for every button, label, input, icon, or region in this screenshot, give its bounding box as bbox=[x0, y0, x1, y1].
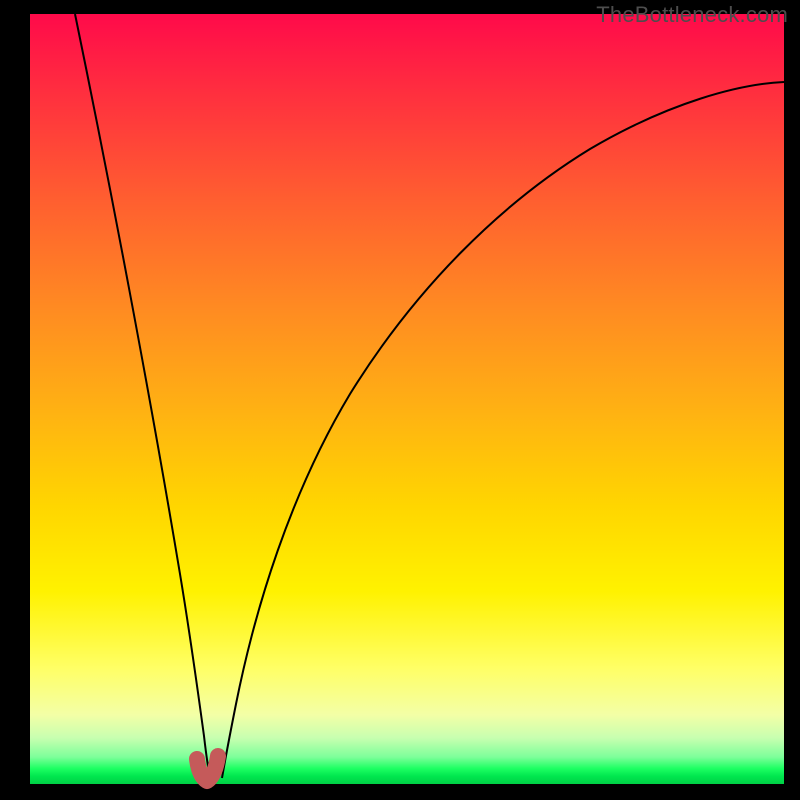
curve-right-branch bbox=[222, 82, 784, 778]
chart-area bbox=[30, 14, 784, 784]
watermark-text: TheBottleneck.com bbox=[596, 2, 788, 28]
bottleneck-chart bbox=[30, 14, 784, 784]
curve-left-branch bbox=[75, 14, 210, 778]
